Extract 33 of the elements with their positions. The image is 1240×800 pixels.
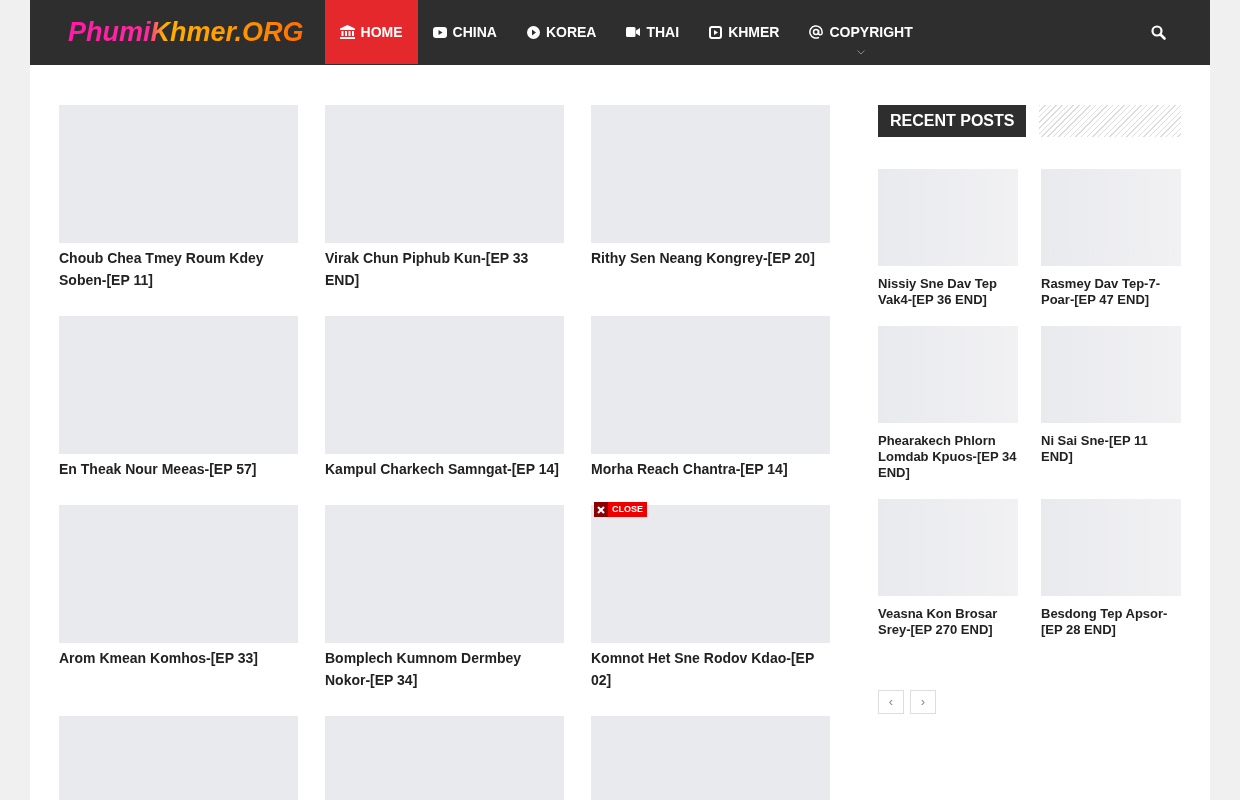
- nav-link[interactable]: HOME: [324, 0, 418, 64]
- post-title-link[interactable]: Rasmey Dav Tep-7-Poar-[EP 47 END]: [1041, 276, 1181, 308]
- next-page-button[interactable]: ›: [910, 690, 936, 714]
- post-title-link[interactable]: Nissiy Sne Dav Tep Vak4-[EP 36 END]: [878, 276, 1018, 308]
- search-icon[interactable]: [1151, 25, 1166, 40]
- video-camera-icon: [626, 27, 641, 37]
- play-icon: [709, 25, 723, 39]
- post-title-link[interactable]: Virak Chun Piphub Kun-[EP 33 END]: [325, 247, 564, 291]
- post-title-link[interactable]: En Theak Nour Meeas-[EP 57]: [59, 458, 257, 480]
- post-title-link[interactable]: Besdong Tep Apsor-[EP 28 END]: [1041, 606, 1181, 638]
- post-title-link[interactable]: Kampul Charkech Samngat-[EP 14]: [325, 458, 559, 480]
- at-icon: [809, 25, 824, 39]
- post-title-link[interactable]: Morha Reach Chantra-[EP 14]: [591, 458, 788, 480]
- thumbnail-placeholder[interactable]: [591, 505, 830, 643]
- post-title-link[interactable]: Ni Sai Sne-[EP 11 END]: [1041, 433, 1181, 465]
- nav-link[interactable]: KHMER: [694, 0, 795, 64]
- previous-page-button[interactable]: ‹: [878, 690, 904, 714]
- nav-link[interactable]: KOREA: [511, 0, 612, 64]
- post-title-link[interactable]: Bomplech Kumnom Dermbey Nokor-[EP 34]: [325, 647, 564, 691]
- bank-icon: [339, 25, 355, 39]
- nav-link[interactable]: THAI: [611, 0, 695, 64]
- post-title-link[interactable]: Phearakech Phlorn Lomdab Kpuos-[EP 34 END]: [878, 433, 1018, 481]
- post-title-link[interactable]: Veasna Kon Brosar Srey-[EP 270 END]: [878, 606, 1018, 638]
- post-title-link[interactable]: Rithy Sen Neang Kongrey-[EP 20]: [591, 247, 815, 269]
- post-title-link[interactable]: Arom Kmean Komhos-[EP 33]: [59, 647, 258, 669]
- nav-link[interactable]: CHINA: [417, 0, 512, 64]
- play-icon: [526, 25, 540, 39]
- post-title-link[interactable]: Komnot Het Sne Rodov Kdao-[EP 02]: [591, 647, 830, 691]
- video-icon: [432, 26, 447, 38]
- section-heading: RECENT POSTS: [878, 105, 1027, 137]
- close-icon: [597, 505, 605, 514]
- nav-link[interactable]: COPYRIGHT: [794, 0, 928, 64]
- post-title-link[interactable]: Choub Chea Tmey Roum Kdey Soben-[EP 11]: [59, 247, 298, 291]
